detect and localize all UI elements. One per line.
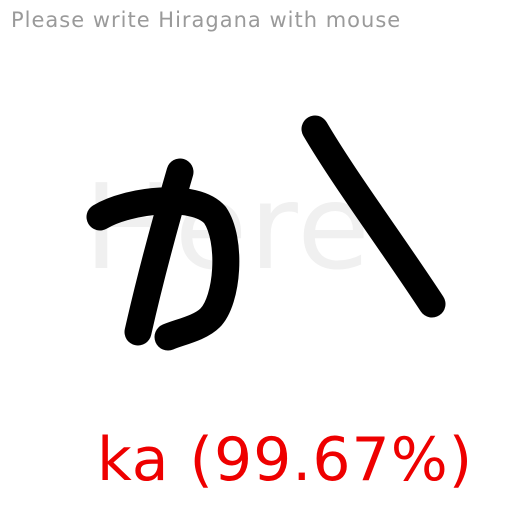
instruction-text: Please write Hiragana with mouse bbox=[11, 8, 402, 32]
handwriting-app: Please write Hiragana with mouse Here ka… bbox=[0, 0, 512, 512]
ink-layer bbox=[86, 115, 446, 351]
prediction-result: ka (99.67%) bbox=[97, 425, 474, 495]
ink-stroke-3 bbox=[301, 115, 446, 318]
drawing-canvas[interactable] bbox=[0, 40, 512, 420]
